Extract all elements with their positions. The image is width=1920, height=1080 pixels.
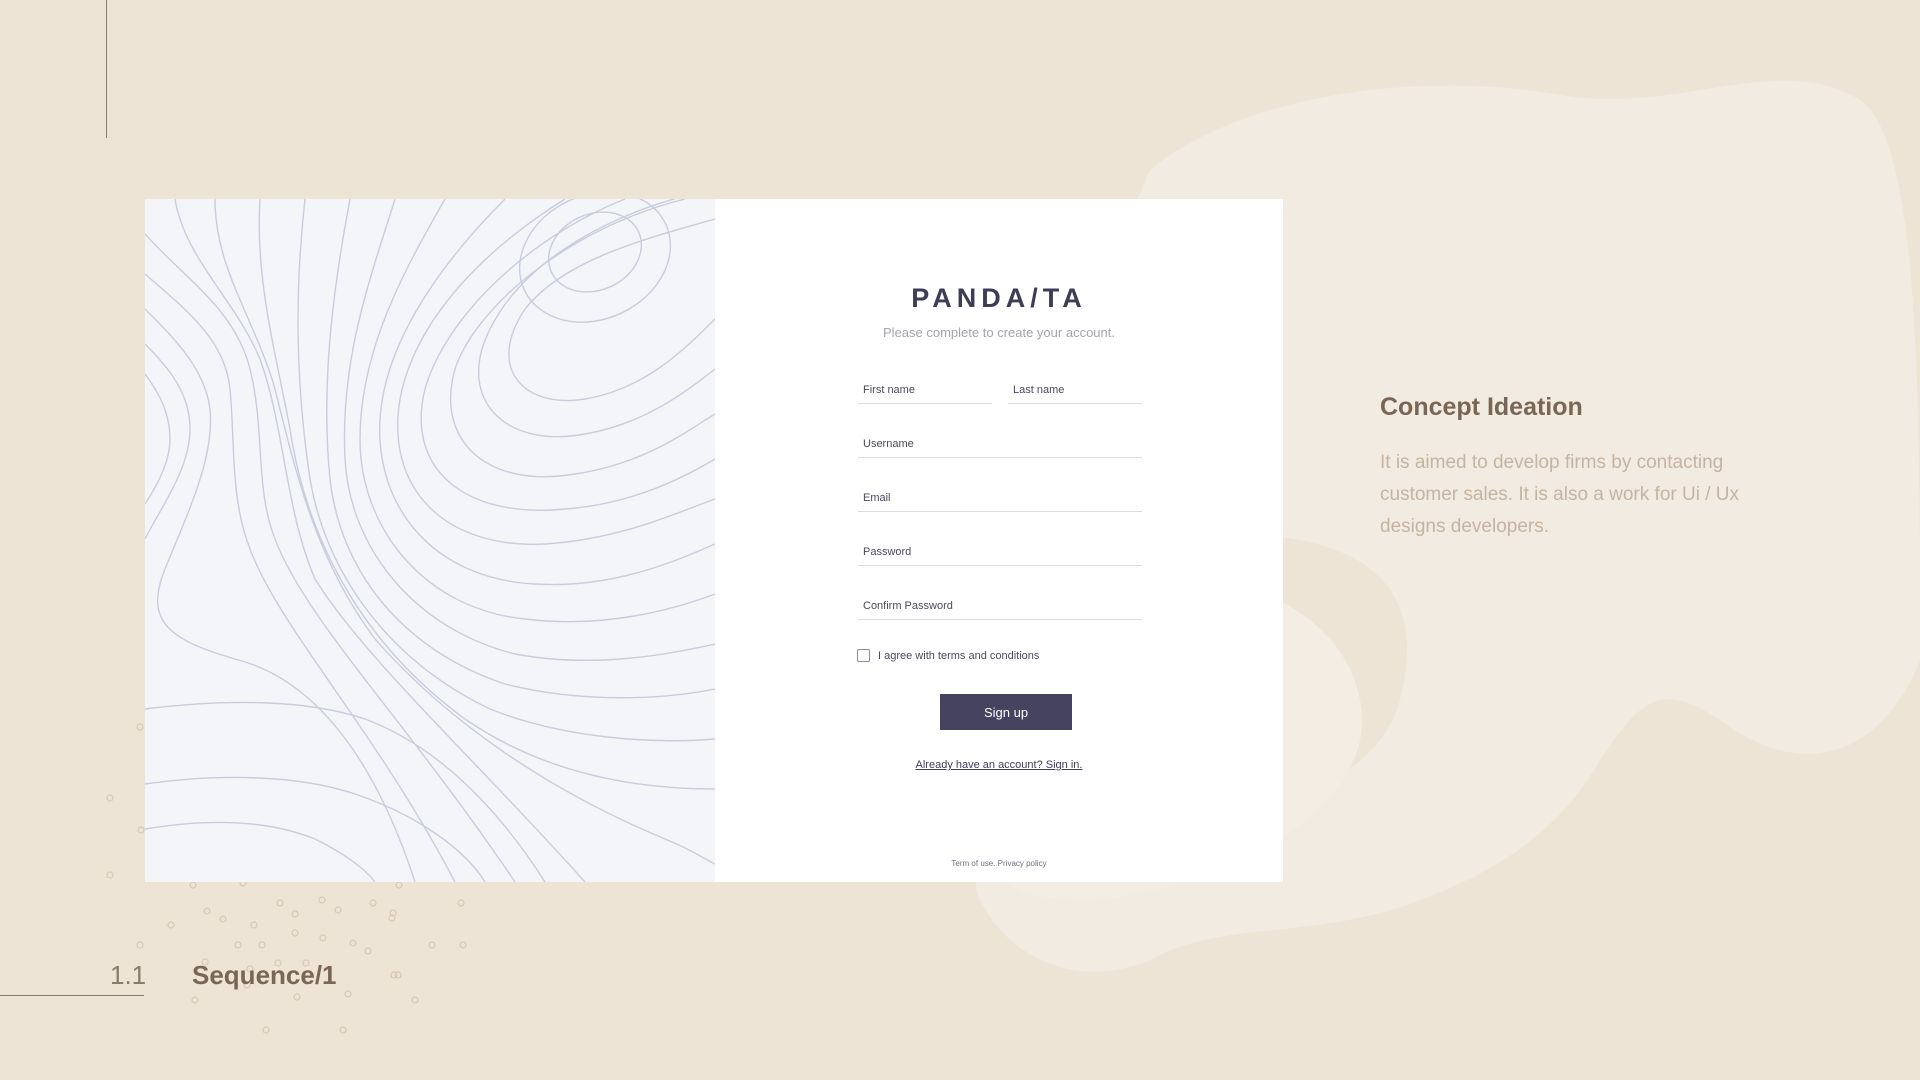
- sign-in-link[interactable]: Already have an account? Sign in.: [715, 759, 1283, 771]
- footer-links[interactable]: Term of use. Privacy policy: [715, 859, 1283, 868]
- username-input[interactable]: [858, 430, 1142, 458]
- topographic-art-panel: [145, 199, 715, 882]
- first-name-input[interactable]: [858, 376, 992, 404]
- password-input[interactable]: [858, 538, 1142, 566]
- topographic-contour-icon: [145, 199, 715, 882]
- concept-description: It is aimed to develop firms by contacti…: [1380, 452, 1739, 537]
- signup-card: PANDA/TA Please complete to create your …: [145, 199, 1283, 882]
- terms-agreement[interactable]: I agree with terms and conditions: [857, 649, 1039, 662]
- checkbox-empty-icon[interactable]: [857, 649, 870, 662]
- email-input[interactable]: [858, 484, 1142, 512]
- top-vertical-rule: [106, 0, 107, 138]
- confirm-password-input[interactable]: [858, 592, 1142, 620]
- concept-title: Concept Ideation: [1380, 393, 1583, 421]
- signup-form: PANDA/TA Please complete to create your …: [715, 199, 1283, 882]
- brand-logo: PANDA/TA: [911, 283, 1087, 313]
- last-name-input[interactable]: [1008, 376, 1142, 404]
- slide-number: 1.1: [110, 960, 147, 990]
- terms-label: I agree with terms and conditions: [878, 649, 1040, 662]
- form-subtitle: Please complete to create your account.: [883, 325, 1115, 340]
- slide-title: Sequence/1: [192, 960, 337, 990]
- bottom-horizontal-rule: [0, 995, 144, 996]
- sign-up-button[interactable]: Sign up: [940, 694, 1072, 730]
